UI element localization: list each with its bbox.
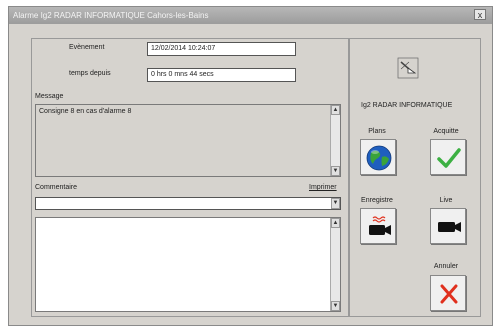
camera-alarm-icon: [397, 57, 419, 79]
imprimer-link[interactable]: Imprimer: [309, 184, 337, 191]
message-scrollbar[interactable]: ▲ ▼: [330, 105, 340, 176]
alarm-window: Alarme Ig2 RADAR INFORMATIQUE Cahors-les…: [8, 6, 493, 326]
message-text: Consigne 8 en cas d'alarme 8: [39, 108, 132, 115]
comment-textarea[interactable]: ▲ ▼: [35, 217, 341, 312]
evenement-field[interactable]: 12/02/2014 10:24:07: [147, 42, 296, 56]
close-button[interactable]: x: [474, 9, 486, 20]
title-bar[interactable]: Alarme Ig2 RADAR INFORMATIQUE Cahors-les…: [9, 7, 492, 24]
scroll-up-icon[interactable]: ▲: [331, 105, 340, 115]
scroll-down-icon[interactable]: ▼: [331, 301, 340, 311]
globe-icon: [366, 145, 392, 171]
scroll-down-icon[interactable]: ▼: [331, 166, 340, 176]
evenement-label: Evènement: [69, 44, 105, 51]
plans-label: Plans: [368, 128, 386, 135]
temps-field[interactable]: 0 hrs 0 mns 44 secs: [147, 68, 296, 82]
live-button[interactable]: [430, 208, 466, 244]
annuler-button[interactable]: [430, 275, 466, 311]
camera-icon: [438, 222, 461, 232]
plans-button[interactable]: [360, 139, 396, 175]
window-title: Alarme Ig2 RADAR INFORMATIQUE Cahors-les…: [13, 11, 209, 20]
station-name: Ig2 RADAR INFORMATIQUE: [361, 102, 453, 109]
acquitte-label: Acquitte: [433, 128, 459, 135]
commentaire-select[interactable]: [35, 197, 341, 210]
temps-label: temps depuis: [69, 70, 111, 77]
message-area[interactable]: Consigne 8 en cas d'alarme 8 ▲ ▼: [35, 104, 341, 177]
commentaire-label: Commentaire: [35, 184, 78, 191]
live-label: Live: [439, 197, 453, 204]
cross-icon: [440, 284, 458, 304]
message-label: Message: [35, 93, 64, 100]
checkmark-icon: [437, 148, 461, 168]
annuler-label: Annuler: [433, 263, 459, 270]
chevron-down-icon[interactable]: ▼: [331, 198, 340, 209]
comment-scrollbar[interactable]: ▲ ▼: [330, 218, 340, 311]
camera-icon: [369, 216, 391, 235]
enregistre-label: Enregistre: [361, 197, 393, 204]
enregistre-button[interactable]: [360, 208, 396, 244]
acquitte-button[interactable]: [430, 139, 466, 175]
scroll-up-icon[interactable]: ▲: [331, 218, 340, 228]
